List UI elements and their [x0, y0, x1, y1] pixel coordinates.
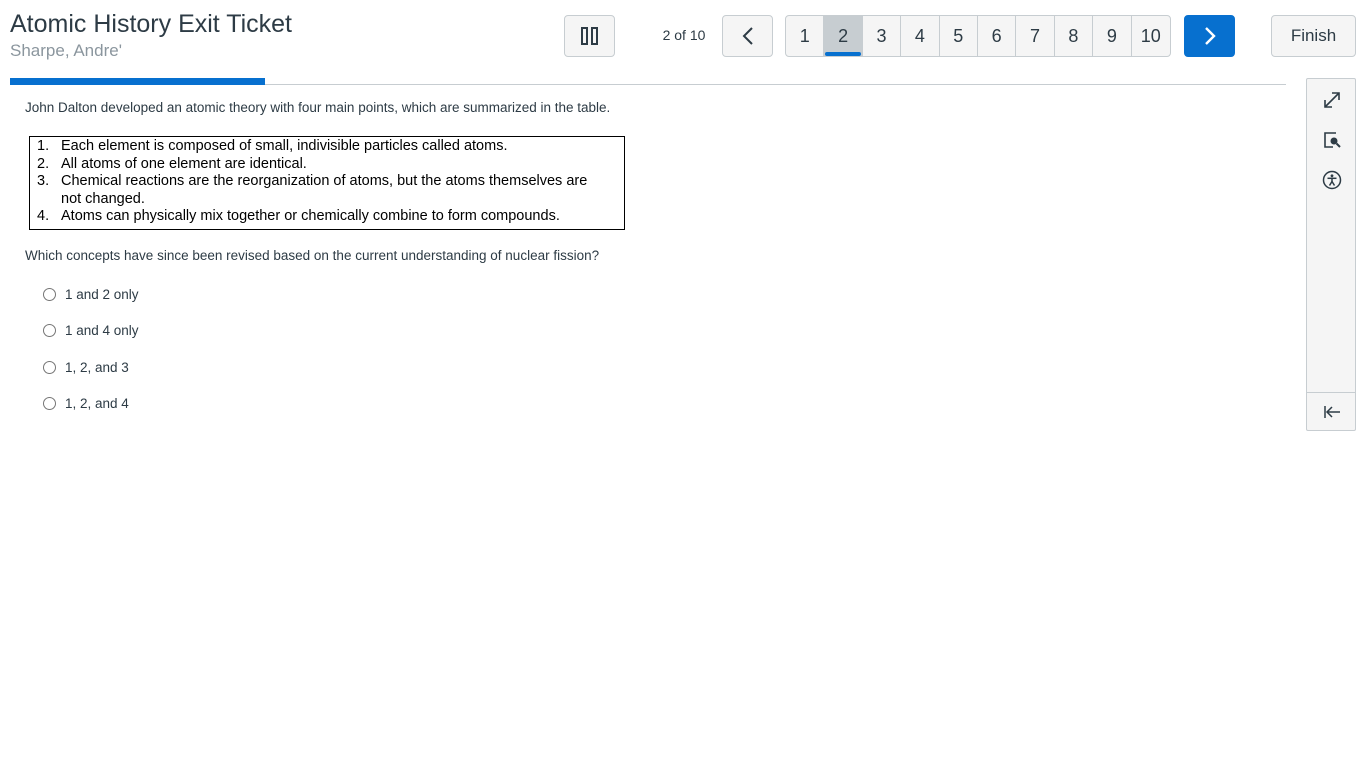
sidebar-divider: [1307, 392, 1355, 393]
radio-button[interactable]: [43, 397, 56, 410]
page-button-7[interactable]: 7: [1016, 16, 1055, 56]
dalton-point-text: Chemical reactions are the reorganizatio…: [61, 173, 588, 207]
chevron-left-icon: [741, 26, 755, 46]
quiz-title: Atomic History Exit Ticket: [10, 10, 292, 38]
finish-button[interactable]: Finish: [1271, 15, 1356, 57]
quiz-header: Atomic History Exit Ticket Sharpe, Andre…: [0, 0, 1366, 90]
dalton-point-row: 1. Each element is composed of small, ind…: [30, 138, 624, 156]
dalton-point-number: 1.: [37, 138, 50, 154]
radio-button[interactable]: [43, 324, 56, 337]
answer-option[interactable]: 1, 2, and 4: [43, 396, 129, 411]
answer-option[interactable]: 1 and 2 only: [43, 287, 139, 302]
pause-icon: [580, 26, 599, 46]
answer-option[interactable]: 1, 2, and 3: [43, 360, 129, 375]
search-document-button[interactable]: [1319, 127, 1345, 153]
answer-option[interactable]: 1 and 4 only: [43, 323, 139, 338]
page-button-2[interactable]: 2: [824, 16, 863, 56]
progress-bar: [10, 78, 266, 85]
answer-option-label: 1, 2, and 4: [65, 396, 129, 411]
dalton-point-text: All atoms of one element are identical.: [61, 155, 307, 172]
expand-button[interactable]: [1319, 87, 1345, 113]
student-name: Sharpe, Andre': [10, 41, 122, 60]
dalton-point-row: 2. All atoms of one element are identical…: [30, 156, 624, 174]
tools-sidebar: [1306, 78, 1356, 431]
previous-question-button[interactable]: [722, 15, 773, 57]
chevron-right-icon: [1203, 26, 1217, 46]
page-button-1[interactable]: 1: [786, 16, 825, 56]
accessibility-button[interactable]: [1319, 167, 1345, 193]
dalton-theory-table: 1. Each element is composed of small, ind…: [29, 136, 625, 230]
dalton-point-row: 4. Atoms can physically mix together or c…: [30, 208, 624, 226]
search-document-icon: [1322, 130, 1342, 150]
dalton-point-number: 4.: [37, 208, 50, 224]
dalton-point-number: 3.: [37, 173, 50, 189]
question-prompt: Which concepts have since been revised b…: [25, 248, 600, 263]
page-button-6[interactable]: 6: [978, 16, 1017, 56]
page-button-8[interactable]: 8: [1055, 16, 1094, 56]
accessibility-icon: [1322, 170, 1342, 190]
page-button-10[interactable]: 10: [1132, 16, 1170, 56]
question-pager: 1 2 3 4 5 6 7 8 9 10: [785, 15, 1171, 57]
collapse-panel-icon: [1322, 402, 1342, 422]
next-question-button[interactable]: [1184, 15, 1235, 57]
collapse-panel-button[interactable]: [1319, 399, 1345, 425]
question-intro: John Dalton developed an atomic theory w…: [25, 100, 611, 115]
expand-icon: [1322, 90, 1342, 110]
page-button-3[interactable]: 3: [863, 16, 902, 56]
dalton-point-text: Atoms can physically mix together or che…: [61, 208, 560, 224]
answer-option-label: 1 and 2 only: [65, 287, 139, 302]
dalton-point-text: Each element is composed of small, indiv…: [61, 138, 508, 154]
pause-button[interactable]: [564, 15, 615, 57]
radio-button[interactable]: [43, 361, 56, 374]
radio-button[interactable]: [43, 288, 56, 301]
dalton-point-row: 3. Chemical reactions are the reorganizat…: [30, 173, 624, 208]
page-button-4[interactable]: 4: [901, 16, 940, 56]
answer-option-label: 1 and 4 only: [65, 323, 139, 338]
page-button-9[interactable]: 9: [1093, 16, 1132, 56]
dalton-point-number: 2.: [37, 155, 50, 172]
question-counter: 2 of 10: [662, 27, 706, 43]
answer-option-label: 1, 2, and 3: [65, 360, 129, 375]
question-content: John Dalton developed an atomic theory w…: [25, 98, 1285, 411]
page-button-5[interactable]: 5: [940, 16, 978, 56]
